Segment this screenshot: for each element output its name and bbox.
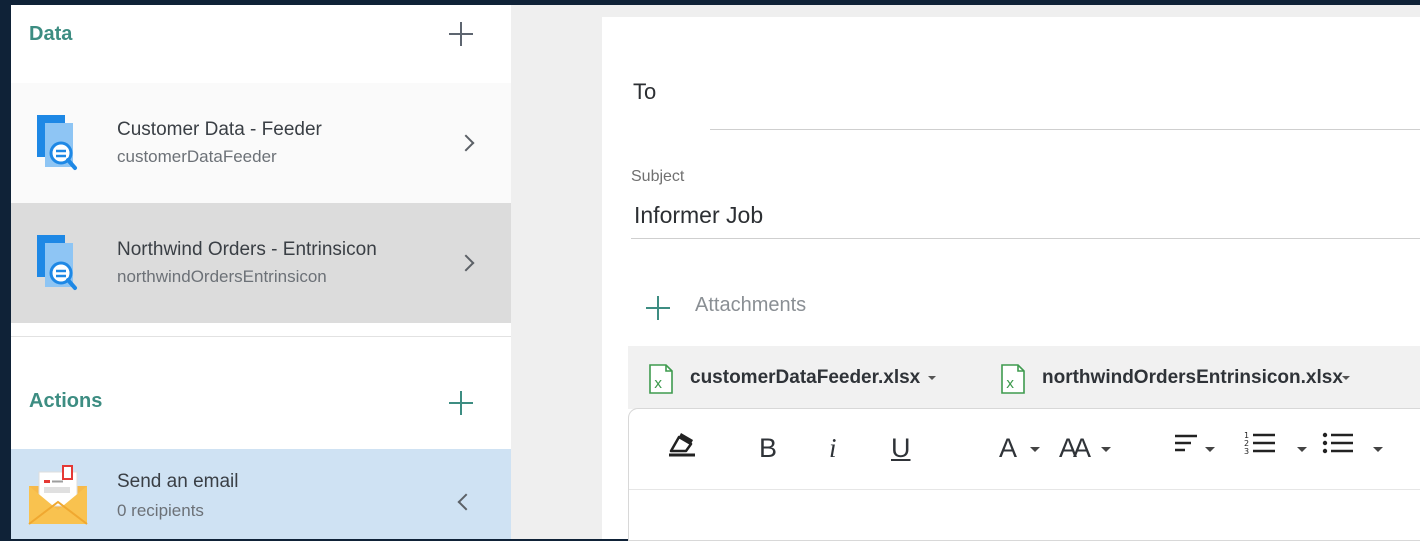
email-editor-card: To Subject Informer Job Attachments x cu… (602, 17, 1420, 541)
excel-file-icon: x (1001, 364, 1025, 394)
subject-label: Subject (631, 168, 685, 185)
add-attachment-icon[interactable] (646, 296, 670, 320)
svg-text:3: 3 (1244, 447, 1249, 456)
main-area: To Subject Informer Job Attachments x cu… (511, 5, 1420, 541)
data-section-title: Data (29, 23, 73, 45)
clear-format-icon[interactable] (665, 427, 699, 463)
excel-file-icon: x (649, 364, 673, 394)
bullet-list-dropdown-icon[interactable] (1373, 447, 1383, 452)
to-input[interactable] (710, 79, 1410, 123)
chevron-right-icon[interactable] (457, 134, 475, 152)
to-label: To (633, 79, 657, 104)
chevron-right-icon[interactable] (457, 254, 475, 272)
datasource-item-northwind-orders[interactable]: Northwind Orders - Entrinsicon northwind… (11, 203, 511, 323)
font-color-dropdown-icon[interactable] (1030, 447, 1040, 452)
action-subtitle: 0 recipients (117, 501, 204, 520)
datasource-search-icon (37, 235, 77, 290)
datasource-title: Northwind Orders - Entrinsicon (117, 239, 377, 260)
data-section-header: Data (11, 5, 511, 83)
datasource-subtitle: northwindOrdersEntrinsicon (117, 267, 327, 286)
actions-section-title: Actions (29, 390, 103, 412)
align-dropdown-icon[interactable] (1205, 447, 1215, 452)
ordered-list-dropdown-icon[interactable] (1297, 447, 1307, 452)
subject-underline (631, 238, 1420, 239)
chevron-down-icon[interactable] (1342, 376, 1350, 380)
subject-input[interactable]: Informer Job (634, 202, 763, 229)
chevron-left-icon[interactable] (457, 493, 475, 511)
font-color-button[interactable]: A (999, 433, 1017, 469)
email-body-input[interactable] (629, 490, 1420, 540)
datasource-search-icon (37, 115, 77, 170)
sidebar: Data Customer Data - Feeder customerData… (11, 5, 511, 539)
attachment-chip[interactable]: x northwindOrdersEntrinsicon.xlsx (1000, 364, 1360, 394)
add-datasource-icon[interactable] (447, 20, 475, 48)
font-size-button[interactable]: AA (1059, 433, 1091, 469)
to-underline (710, 129, 1420, 130)
rich-text-editor: B i U A AA 1 2 3 (628, 408, 1420, 541)
envelope-icon (28, 465, 88, 525)
action-title: Send an email (117, 471, 239, 492)
align-icon[interactable] (1173, 427, 1203, 463)
actions-section-header: Actions (11, 337, 511, 449)
underline-button[interactable]: U (891, 433, 911, 469)
action-item-send-email[interactable]: Send an email 0 recipients (11, 449, 511, 539)
svg-text:x: x (1006, 376, 1014, 392)
datasource-title: Customer Data - Feeder (117, 119, 322, 140)
chevron-down-icon[interactable] (928, 376, 936, 380)
datasource-subtitle: customerDataFeeder (117, 147, 277, 166)
add-action-icon[interactable] (447, 389, 475, 417)
font-size-dropdown-icon[interactable] (1101, 447, 1111, 452)
attachment-chip[interactable]: x customerDataFeeder.xlsx (648, 364, 948, 394)
italic-button[interactable]: i (829, 433, 837, 469)
attachment-filename: customerDataFeeder.xlsx (690, 367, 921, 388)
editor-toolbar: B i U A AA 1 2 3 (629, 409, 1420, 490)
bold-button[interactable]: B (759, 433, 777, 469)
svg-text:x: x (654, 376, 662, 392)
attachments-bar: x customerDataFeeder.xlsx x northwindOrd… (628, 346, 1420, 409)
attachments-label: Attachments (695, 294, 807, 316)
attachment-filename: northwindOrdersEntrinsicon.xlsx (1042, 367, 1343, 388)
bullet-list-icon[interactable] (1321, 427, 1355, 463)
datasource-item-customer-data[interactable]: Customer Data - Feeder customerDataFeede… (11, 83, 511, 203)
ordered-list-icon[interactable]: 1 2 3 (1243, 427, 1277, 463)
